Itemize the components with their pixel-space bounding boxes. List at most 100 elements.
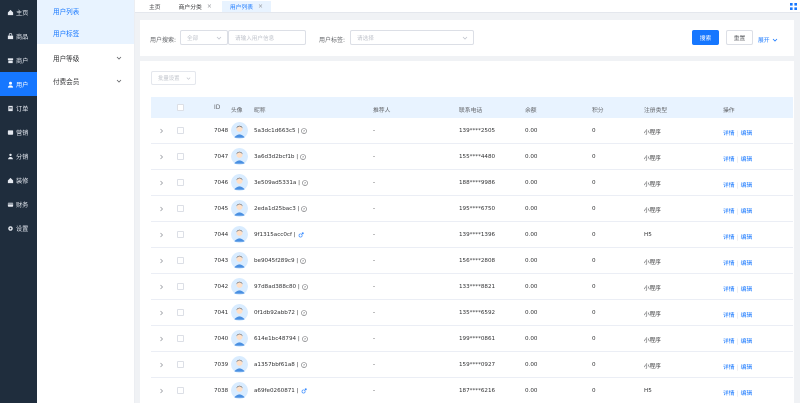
row-checkbox[interactable] bbox=[177, 283, 184, 290]
edit-link[interactable]: 编辑 bbox=[741, 157, 753, 163]
chevron-right-icon[interactable] bbox=[159, 388, 164, 394]
row-checkbox[interactable] bbox=[177, 179, 184, 186]
edit-link[interactable]: 编辑 bbox=[741, 209, 753, 215]
detail-link[interactable]: 详情 bbox=[723, 131, 735, 137]
detail-link[interactable]: 详情 bbox=[723, 287, 735, 293]
row-checkbox[interactable] bbox=[177, 153, 184, 160]
chevron-right-icon[interactable] bbox=[159, 362, 164, 368]
detail-link[interactable]: 详情 bbox=[723, 183, 735, 189]
nav-item-6[interactable]: 分销 bbox=[0, 144, 37, 168]
nav-item-4[interactable]: 订单 bbox=[0, 96, 37, 120]
table-row[interactable]: 7045 2eda1d25bac3 |? - 195****6750 0.00 0 小程序 详… bbox=[151, 196, 793, 222]
cell-points: 0 bbox=[592, 258, 596, 264]
row-checkbox[interactable] bbox=[177, 309, 184, 316]
chevron-right-icon[interactable] bbox=[159, 206, 164, 212]
nav-item-label: 财务 bbox=[16, 201, 29, 209]
search-type-select[interactable]: 全部 bbox=[180, 30, 228, 45]
detail-link[interactable]: 详情 bbox=[723, 261, 735, 267]
table-row[interactable]: 7048 5a3dc1d663c5 |? - 139****2505 0.00 0 小程序 详… bbox=[151, 118, 793, 144]
tag-select[interactable]: 请选择 bbox=[350, 30, 474, 45]
table-row[interactable]: 7040 614e1bc48794 |? - 199****0861 0.00 0 小程序 详… bbox=[151, 326, 793, 352]
subnav-item-3[interactable]: 付费会员 bbox=[37, 70, 134, 92]
row-checkbox[interactable] bbox=[177, 335, 184, 342]
edit-link[interactable]: 编辑 bbox=[741, 261, 753, 267]
row-actions: 详情 | 编辑 bbox=[723, 154, 752, 163]
nav-item-label: 主页 bbox=[16, 9, 29, 17]
edit-link[interactable]: 编辑 bbox=[741, 339, 753, 345]
close-icon[interactable]: × bbox=[207, 3, 212, 10]
reset-button[interactable]: 重置 bbox=[726, 30, 753, 45]
table-row[interactable]: 7044 9f1315acc0cf | - 139****1396 0.00 0 H5 详情 |… bbox=[151, 222, 793, 248]
detail-link[interactable]: 详情 bbox=[723, 235, 735, 241]
edit-link[interactable]: 编辑 bbox=[741, 235, 753, 241]
row-checkbox[interactable] bbox=[177, 257, 184, 264]
nav-item-7[interactable]: 装修 bbox=[0, 168, 37, 192]
order-icon bbox=[6, 104, 14, 112]
tab-1[interactable]: 商户分类 × bbox=[171, 1, 220, 12]
table-row[interactable]: 7043 be9045f289c9 |? - 156****2808 0.00 0 小程序 详… bbox=[151, 248, 793, 274]
nav-item-8[interactable]: 财务 bbox=[0, 192, 37, 216]
row-checkbox[interactable] bbox=[177, 361, 184, 368]
nav-item-5[interactable]: 营销 bbox=[0, 120, 37, 144]
detail-link[interactable]: 详情 bbox=[723, 391, 735, 397]
row-checkbox[interactable] bbox=[177, 231, 184, 238]
cell-balance: 0.00 bbox=[525, 388, 538, 394]
subnav-item-2[interactable]: 用户等级 bbox=[37, 47, 134, 69]
cell-balance: 0.00 bbox=[525, 206, 538, 212]
row-checkbox[interactable] bbox=[177, 387, 184, 394]
edit-link[interactable]: 编辑 bbox=[741, 131, 753, 137]
cell-reg-type: 小程序 bbox=[644, 208, 661, 214]
select-all-checkbox[interactable] bbox=[177, 104, 184, 111]
row-checkbox[interactable] bbox=[177, 127, 184, 134]
chevron-right-icon[interactable] bbox=[159, 336, 164, 342]
edit-link[interactable]: 编辑 bbox=[741, 365, 753, 371]
edit-link[interactable]: 编辑 bbox=[741, 287, 753, 293]
expand-toggle[interactable]: 展开 bbox=[758, 35, 778, 44]
chevron-right-icon[interactable] bbox=[159, 180, 164, 186]
nav-item-2[interactable]: 商户 bbox=[0, 48, 37, 72]
subnav-item-0[interactable]: 用户列表 bbox=[37, 0, 134, 22]
table-row[interactable]: 7041 0f1db92abb72 |? - 135****6592 0.00 0 小程序 详… bbox=[151, 300, 793, 326]
user-icon bbox=[6, 80, 14, 88]
detail-link[interactable]: 详情 bbox=[723, 365, 735, 371]
table-row[interactable]: 7039 a1357bbf61a8 |? - 159****0927 0.00 0 小程序 详… bbox=[151, 352, 793, 378]
table-row[interactable]: 7038 a69fe0260871 | - 187****6216 0.00 0 H5 详情 |… bbox=[151, 378, 793, 403]
edit-link[interactable]: 编辑 bbox=[741, 391, 753, 397]
detail-link[interactable]: 详情 bbox=[723, 209, 735, 215]
tab-2[interactable]: 用户列表 × bbox=[221, 0, 272, 12]
detail-link[interactable]: 详情 bbox=[723, 157, 735, 163]
edit-link[interactable]: 编辑 bbox=[741, 313, 753, 319]
search-input[interactable]: 请输入用户信息 bbox=[228, 30, 306, 45]
chevron-right-icon[interactable] bbox=[159, 284, 164, 290]
nav-item-label: 营销 bbox=[16, 129, 29, 137]
close-icon[interactable]: × bbox=[258, 3, 263, 10]
search-type-value: 全部 bbox=[187, 35, 199, 42]
chevron-right-icon[interactable] bbox=[159, 258, 164, 264]
nav-item-1[interactable]: 商品 bbox=[0, 24, 37, 48]
table-row[interactable]: 7042 97d8ad388c80 |? - 133****8821 0.00 0 小程序 详… bbox=[151, 274, 793, 300]
tab-0[interactable]: 主页 bbox=[141, 1, 169, 12]
batch-settings-select[interactable]: 批量设置 bbox=[151, 71, 196, 85]
nav-item-3[interactable]: 用户 bbox=[0, 72, 37, 96]
table-row[interactable]: 7046 3e509ad5331a |? - 188****9986 0.00 0 小程序 详… bbox=[151, 170, 793, 196]
chevron-right-icon[interactable] bbox=[159, 232, 164, 238]
chevron-down-icon bbox=[772, 38, 777, 42]
grid-menu-icon[interactable] bbox=[790, 3, 797, 10]
table-row[interactable]: 7047 3a6d3d2bcf1b |? - 155****4480 0.00 0 小程序 详… bbox=[151, 144, 793, 170]
chevron-right-icon[interactable] bbox=[159, 128, 164, 134]
nav-item-9[interactable]: 设置 bbox=[0, 216, 37, 240]
chevron-right-icon[interactable] bbox=[159, 310, 164, 316]
tag-select-placeholder: 请选择 bbox=[357, 35, 374, 42]
detail-link[interactable]: 详情 bbox=[723, 313, 735, 319]
chevron-right-icon[interactable] bbox=[159, 154, 164, 160]
edit-link[interactable]: 编辑 bbox=[741, 183, 753, 189]
header-referrer: 推荐人 bbox=[373, 108, 391, 114]
cell-points: 0 bbox=[592, 284, 596, 290]
subnav-item-1[interactable]: 用户标签 bbox=[37, 22, 134, 44]
nav-item-0[interactable]: 主页 bbox=[0, 0, 37, 24]
detail-link[interactable]: 详情 bbox=[723, 339, 735, 345]
nav-item-label: 用户 bbox=[16, 81, 29, 89]
search-button[interactable]: 搜索 bbox=[692, 30, 719, 45]
row-checkbox[interactable] bbox=[177, 205, 184, 212]
svg-text:?: ? bbox=[304, 181, 306, 185]
